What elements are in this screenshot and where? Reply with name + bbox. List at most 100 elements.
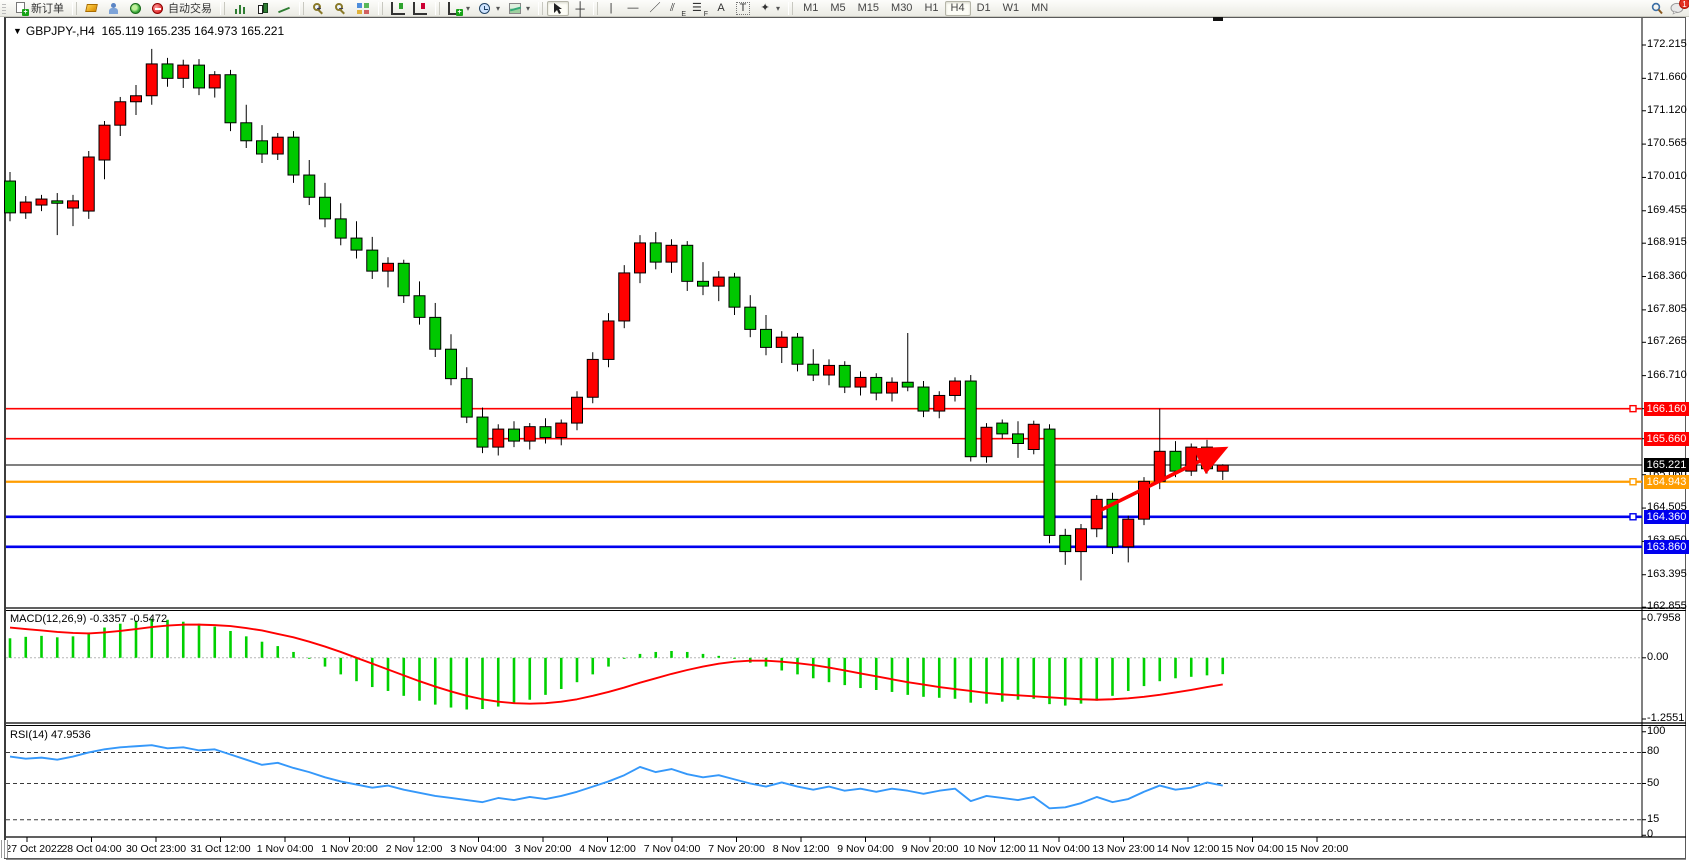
candle <box>493 429 504 447</box>
candle <box>824 365 835 375</box>
timeframe-button-h1[interactable]: H1 <box>918 1 944 16</box>
candle <box>887 382 898 393</box>
time-label: 14 Nov 12:00 <box>1157 843 1219 855</box>
fibonacci-tool-button[interactable]: ☰F <box>688 1 710 16</box>
corner-grip[interactable] <box>1 840 8 858</box>
price-tick-172.215: 172.215 <box>1647 38 1687 50</box>
text-tool-button[interactable]: A <box>710 1 732 16</box>
timeframe-button-d1[interactable]: D1 <box>971 1 997 16</box>
price-tick-166.710: 166.710 <box>1647 369 1687 381</box>
periods-button[interactable]: ▾ <box>474 1 504 16</box>
search-icon[interactable] <box>1650 2 1664 15</box>
label-tool-button[interactable]: T <box>732 1 754 16</box>
rsi-tick-80: 80 <box>1647 745 1659 757</box>
rsi-label: RSI(14) 47.9536 <box>10 729 91 741</box>
candle <box>761 329 772 347</box>
bar-chart-icon <box>233 2 247 15</box>
time-label: 4 Nov 12:00 <box>579 843 636 855</box>
vertical-line-icon: | <box>604 2 618 15</box>
hline-tool-button[interactable]: — <box>622 1 644 16</box>
chart-shift-button[interactable] <box>409 1 431 16</box>
candle <box>682 245 693 281</box>
autotrade-label: 自动交易 <box>168 0 212 16</box>
price-tick-168.360: 168.360 <box>1647 270 1687 282</box>
timeframe-button-m30[interactable]: M30 <box>885 1 918 16</box>
market-watch-icon <box>85 2 99 15</box>
main-toolbar: + 新订单 自动交易 + − <box>0 0 1689 17</box>
rsi-tick-50: 50 <box>1647 777 1659 789</box>
time-label: 30 Oct 23:00 <box>126 843 186 855</box>
notifications-icon[interactable]: 1 <box>1670 2 1686 15</box>
candle <box>36 199 47 205</box>
periods-clock-icon <box>478 2 492 15</box>
candle <box>272 137 283 154</box>
time-label: 15 Nov 04:00 <box>1221 843 1283 855</box>
trading-terminal: + 新订单 自动交易 + − <box>0 0 1689 861</box>
add-indicator-button[interactable]: +▾ <box>444 1 474 16</box>
candle <box>1170 451 1181 471</box>
time-label: 1 Nov 20:00 <box>321 843 378 855</box>
price-tick-171.660: 171.660 <box>1647 71 1687 83</box>
market-watch-button[interactable] <box>81 1 103 16</box>
time-label: 28 Oct 04:00 <box>61 843 121 855</box>
trendline-tool-button[interactable]: ／ <box>644 1 666 16</box>
cursor-tool-button[interactable] <box>547 1 569 16</box>
zoom-in-button[interactable]: + <box>308 1 330 16</box>
templates-button[interactable]: ▾ <box>504 1 534 16</box>
chart-title-collapse-icon[interactable]: ▼ <box>13 26 22 36</box>
bar-chart-button[interactable] <box>229 1 251 16</box>
time-label: 13 Nov 23:00 <box>1092 843 1154 855</box>
candle <box>1123 519 1134 547</box>
timeframe-button-h4[interactable]: H4 <box>945 1 971 16</box>
auto-scroll-button[interactable] <box>387 1 409 16</box>
timeframe-button-m15[interactable]: M15 <box>852 1 885 16</box>
line-chart-button[interactable] <box>273 1 295 16</box>
candle <box>83 157 94 211</box>
candle <box>509 429 520 441</box>
time-label: 11 Nov 04:00 <box>1028 843 1090 855</box>
autotrade-button[interactable]: 自动交易 <box>147 1 216 16</box>
arrows-tool-button[interactable]: ✦▾ <box>754 1 784 16</box>
price-badge-164.943: 164.943 <box>1644 475 1689 489</box>
toolbar-separator <box>299 2 304 15</box>
candle <box>540 427 551 438</box>
timeframe-button-m1[interactable]: M1 <box>797 1 824 16</box>
candle <box>162 64 173 78</box>
macd-tick-0.00: 0.00 <box>1647 651 1668 663</box>
candle <box>398 263 409 295</box>
crosshair-tool-button[interactable]: ┼ <box>569 1 591 16</box>
navigator-button[interactable] <box>103 1 125 16</box>
price-badge-163.860: 163.860 <box>1644 540 1689 554</box>
candle <box>367 250 378 271</box>
toolbar-separator <box>788 2 793 15</box>
candle <box>178 65 189 78</box>
candlestick-chart-button[interactable] <box>251 1 273 16</box>
channel-tool-button[interactable]: ⫽E <box>666 1 688 16</box>
vline-tool-button[interactable]: | <box>600 1 622 16</box>
zoom-out-button[interactable]: − <box>330 1 352 16</box>
price-tick-168.915: 168.915 <box>1647 236 1687 248</box>
macd-label: MACD(12,26,9) -0.3357 -0.5472 <box>10 613 167 625</box>
price-tick-167.265: 167.265 <box>1647 335 1687 347</box>
timeframe-toolbar: M1M5M15M30H1H4D1W1MN <box>795 0 1056 17</box>
time-label: 27 Oct 2022 <box>5 843 62 855</box>
candle <box>902 382 913 387</box>
navigator-icon <box>107 2 121 15</box>
signals-button[interactable] <box>125 1 147 16</box>
timeframe-button-mn[interactable]: MN <box>1025 1 1054 16</box>
timeframe-button-w1[interactable]: W1 <box>997 1 1026 16</box>
toolbar-grip[interactable] <box>2 3 6 14</box>
price-badge-165.221: 165.221 <box>1644 458 1689 472</box>
candle <box>808 364 819 375</box>
autotrade-icon <box>151 2 165 15</box>
candle <box>241 123 252 141</box>
candle <box>446 349 457 378</box>
chart-ohlc-label: 165.119 165.235 164.973 165.221 <box>102 24 285 38</box>
timeframe-button-m5[interactable]: M5 <box>824 1 851 16</box>
tile-windows-button[interactable] <box>352 1 374 16</box>
window-top-mark <box>1213 17 1223 21</box>
toolbar-separator <box>378 2 383 15</box>
candle <box>776 337 787 347</box>
new-order-button[interactable]: + 新订单 <box>10 1 68 16</box>
chart-canvas[interactable] <box>0 0 1689 861</box>
